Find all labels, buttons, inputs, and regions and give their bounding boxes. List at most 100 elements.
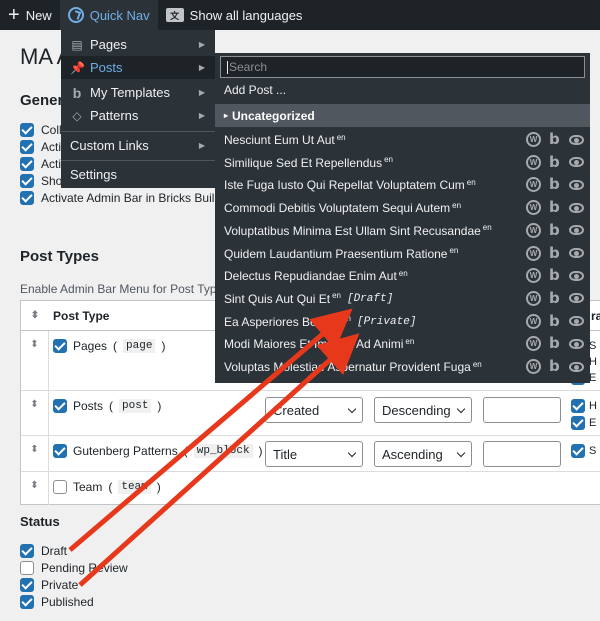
bricks-icon[interactable]: b: [549, 222, 561, 238]
general-option[interactable]: Sho: [20, 174, 62, 188]
checkbox[interactable]: [20, 157, 34, 171]
checkbox[interactable]: [20, 544, 34, 558]
wordpress-icon[interactable]: W: [526, 222, 541, 238]
new-menu[interactable]: + New: [0, 0, 60, 30]
post-type-toggle[interactable]: Team (team): [53, 480, 161, 494]
languages-menu[interactable]: 文 Show all languages: [158, 0, 311, 30]
wordpress-icon[interactable]: W: [526, 245, 541, 261]
bricks-icon[interactable]: b: [549, 245, 561, 261]
wordpress-icon[interactable]: W: [526, 290, 541, 306]
status-option[interactable]: Private: [20, 578, 78, 592]
eye-icon[interactable]: [569, 316, 584, 327]
post-item[interactable]: Voluptas Molestiae Aspernatur Provident …: [224, 356, 584, 378]
eye-icon[interactable]: [569, 157, 584, 168]
checkbox[interactable]: [53, 480, 67, 494]
mini-option[interactable]: E: [571, 416, 596, 430]
bricks-icon[interactable]: b: [549, 200, 561, 215]
post-item[interactable]: Delectus Repudiandae Enim Aut en Wb: [224, 265, 584, 287]
bricks-icon[interactable]: b: [549, 313, 561, 329]
post-type-toggle[interactable]: Gutenberg Patterns (wp_block): [53, 444, 263, 458]
bricks-icon[interactable]: b: [549, 154, 561, 170]
checkbox[interactable]: [53, 399, 67, 413]
limit-input[interactable]: [483, 397, 561, 423]
general-option[interactable]: Acti: [20, 140, 61, 154]
checkbox[interactable]: [20, 191, 34, 205]
bricks-icon[interactable]: b: [549, 290, 561, 306]
wordpress-icon[interactable]: W: [526, 336, 541, 352]
checkbox[interactable]: [20, 578, 34, 592]
drag-handle-icon[interactable]: ⬍: [21, 472, 49, 505]
orderby-select[interactable]: Created: [265, 397, 363, 423]
eye-icon[interactable]: [569, 179, 584, 190]
post-item[interactable]: Nesciunt Eum Ut Aut en Wb: [224, 129, 584, 151]
quick-nav-menu[interactable]: Quick Nav: [59, 0, 158, 30]
menu-item-custom-links[interactable]: Custom Links ▶: [61, 134, 215, 157]
eye-icon[interactable]: [569, 293, 584, 304]
post-item[interactable]: Voluptatibus Minima Est Ullam Sint Recus…: [224, 220, 584, 242]
eye-icon[interactable]: [569, 202, 584, 213]
limit-input[interactable]: [483, 441, 561, 467]
checkbox[interactable]: [20, 595, 34, 609]
wordpress-icon[interactable]: W: [526, 268, 541, 284]
eye-icon[interactable]: [569, 248, 584, 258]
checkbox[interactable]: [20, 140, 34, 154]
post-item[interactable]: Iste Fuga Iusto Qui Repellat Voluptatem …: [224, 174, 584, 196]
menu-item-label: Patterns: [90, 108, 139, 123]
menu-item-patterns[interactable]: ◇ Patterns ▶: [61, 104, 215, 127]
checkbox[interactable]: [20, 123, 34, 137]
drag-handle-icon[interactable]: ⬍: [21, 436, 49, 471]
post-type-toggle[interactable]: Posts (post): [53, 399, 161, 413]
wordpress-icon[interactable]: W: [526, 154, 541, 170]
bricks-icon[interactable]: b: [549, 177, 561, 192]
bricks-icon[interactable]: b: [549, 359, 561, 374]
menu-item-posts[interactable]: 📌 Posts ▶: [61, 56, 215, 79]
general-option[interactable]: Coll: [20, 123, 62, 137]
post-item[interactable]: Modi Maiores Et Impedit Ad Animi en Wb: [224, 333, 584, 355]
general-option[interactable]: Activate Admin Bar in Bricks Buil: [20, 191, 214, 205]
menu-item-templates[interactable]: b My Templates ▶: [61, 81, 215, 104]
add-post-link[interactable]: Add Post ...: [224, 83, 286, 97]
drag-handle-icon[interactable]: ⬍: [21, 331, 49, 390]
patterns-icon: ◇: [72, 108, 82, 123]
drag-handle-icon[interactable]: ⬍: [21, 391, 49, 435]
post-item[interactable]: Sint Quis Aut Qui Et en [Draft] Wb: [224, 288, 584, 310]
status-option[interactable]: Draft: [20, 544, 67, 558]
mini-option[interactable]: S: [571, 444, 596, 458]
mini-label: H: [589, 400, 597, 412]
order-select[interactable]: Ascending: [374, 441, 472, 467]
order-select[interactable]: Descending: [374, 397, 472, 423]
post-search-input[interactable]: Search: [220, 56, 585, 78]
menu-item-pages[interactable]: ▤ Pages ▶: [61, 33, 215, 56]
post-status: [Private]: [356, 315, 417, 328]
status-option[interactable]: Pending Review: [20, 561, 128, 575]
checkbox[interactable]: [53, 444, 67, 458]
mini-label: H: [589, 356, 597, 368]
status-option[interactable]: Published: [20, 595, 94, 609]
eye-icon[interactable]: [569, 338, 584, 349]
eye-icon[interactable]: [569, 134, 584, 145]
wordpress-icon[interactable]: W: [526, 359, 541, 374]
post-item[interactable]: Ea Asperiores Beatae en [Private] Wb: [224, 311, 584, 333]
eye-icon[interactable]: [569, 270, 584, 281]
bricks-icon[interactable]: b: [549, 268, 561, 283]
lang-code: en: [398, 268, 408, 278]
post-item[interactable]: Commodi Debitis Voluptatem Sequi Autem en…: [224, 197, 584, 219]
post-item[interactable]: Similique Sed Et Repellendus en Wb: [224, 152, 584, 174]
wordpress-icon[interactable]: W: [526, 132, 541, 147]
post-item[interactable]: Quidem Laudantium Praesentium Ratione en W…: [224, 243, 584, 265]
eye-icon[interactable]: [569, 225, 584, 236]
bricks-icon[interactable]: b: [549, 132, 561, 147]
orderby-select[interactable]: Title: [265, 441, 363, 467]
checkbox[interactable]: [53, 339, 67, 353]
mini-option[interactable]: H: [571, 399, 597, 413]
checkbox[interactable]: [20, 561, 34, 575]
general-option[interactable]: Acti: [20, 157, 61, 171]
wordpress-icon[interactable]: W: [526, 200, 541, 216]
bricks-icon[interactable]: b: [549, 336, 561, 351]
wordpress-icon[interactable]: W: [526, 313, 541, 329]
checkbox[interactable]: [20, 174, 34, 188]
wordpress-icon[interactable]: W: [526, 177, 541, 193]
menu-item-settings[interactable]: Settings: [61, 163, 215, 186]
eye-icon[interactable]: [569, 361, 584, 372]
post-type-toggle[interactable]: Pages (page): [53, 339, 165, 353]
